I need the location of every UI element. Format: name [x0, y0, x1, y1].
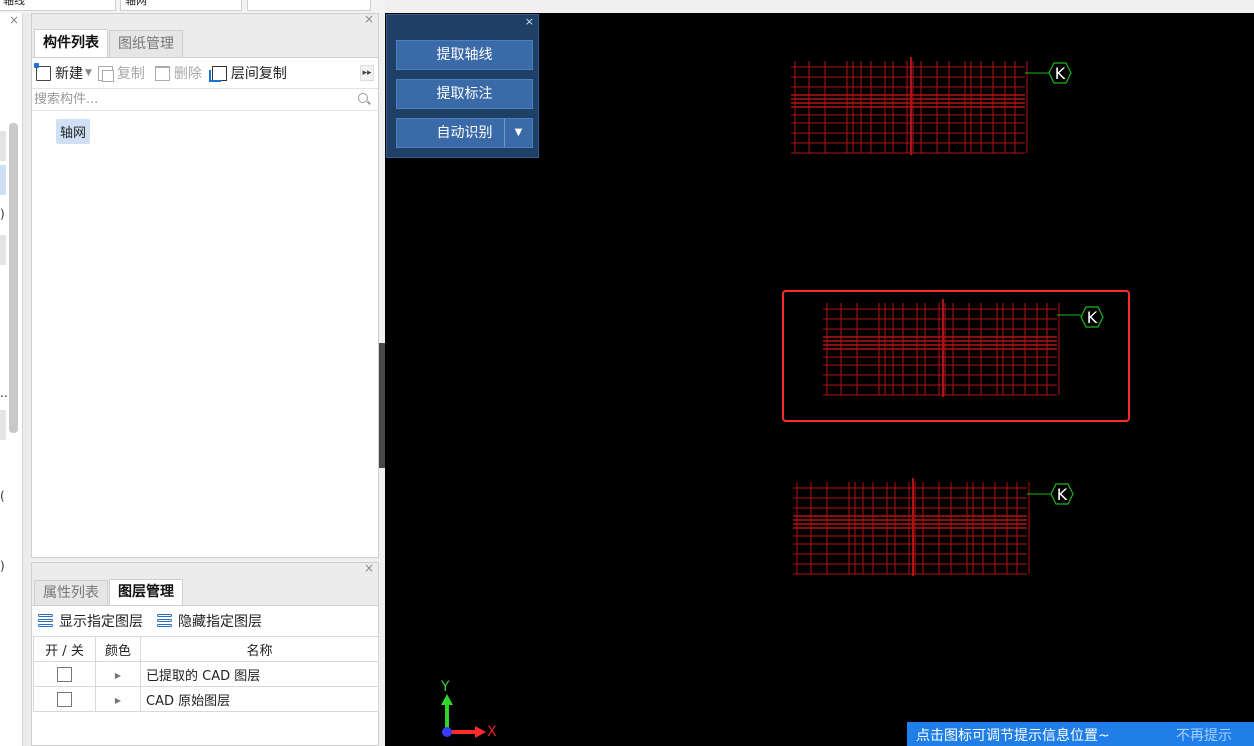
close-icon[interactable]: × [364, 561, 374, 575]
auto-recognize-button[interactable]: 自动识别 ▼ [396, 118, 533, 148]
new-label: 新建 [55, 66, 83, 82]
layer-name: 已提取的 CAD 图层 [140, 661, 379, 687]
tree-item-axis-grid[interactable]: 轴网 [56, 119, 91, 144]
layer-name: CAD 原始图层 [140, 686, 379, 712]
close-icon[interactable]: × [525, 15, 534, 28]
search-box [32, 88, 378, 111]
close-icon[interactable]: × [9, 13, 19, 27]
component-tabs: 构件列表 图纸管理 [32, 29, 378, 58]
show-layer-label: 显示指定图层 [59, 614, 143, 630]
copy-icon [97, 65, 114, 82]
expand-arrow-icon[interactable]: ▶ [115, 696, 121, 705]
component-panel: × 构件列表 图纸管理 新建 ▼ 复制 删除 层间复制 ▸▸ 轴网 [31, 12, 379, 558]
tab-property-list[interactable]: 属性列表 [34, 580, 108, 605]
axis-bubble-label: K [1087, 308, 1098, 327]
nav-fragment: ) [0, 559, 5, 573]
tab-drawing-management[interactable]: 图纸管理 [109, 30, 183, 57]
copy-button[interactable]: 复制 [97, 63, 145, 83]
chevron-down-icon[interactable]: ▼ [85, 68, 92, 78]
axis-x-label: X [487, 724, 497, 740]
table-header: 开 / 关 颜色 名称 [33, 636, 379, 662]
panel-gutter [23, 13, 31, 746]
ucs-x-arrow [475, 726, 486, 738]
recognition-palette: × 提取轴线 提取标注 自动识别 ▼ [386, 14, 539, 158]
layer-toolbar: 显示指定图层 隐藏指定图层 [32, 606, 378, 636]
scrollbar[interactable] [9, 123, 18, 433]
layer-checkbox[interactable] [57, 691, 72, 707]
panel-header: × [32, 12, 378, 29]
layers-hide-icon [157, 614, 174, 628]
nav-item-selected[interactable] [0, 165, 6, 195]
nav-fragment: .. [0, 386, 8, 400]
extract-axis-button[interactable]: 提取轴线 [396, 40, 533, 70]
table-row[interactable]: ▶ CAD 原始图层 [33, 686, 379, 712]
tab-layer-management[interactable]: 图层管理 [109, 579, 183, 605]
component-tree: 轴网 [32, 111, 378, 144]
search-icon[interactable] [358, 93, 368, 103]
selection-box [782, 290, 1130, 422]
axis-type-field[interactable]: 轴线 [0, 0, 116, 11]
column-header-name: 名称 [140, 636, 379, 662]
new-icon [34, 62, 51, 81]
extract-dimension-button[interactable]: 提取标注 [396, 79, 533, 109]
color-cell: ▶ [95, 661, 141, 687]
element-name-field[interactable] [247, 0, 371, 11]
hint-bar[interactable]: 点击图标可调节提示信息位置~ 不再提示 [907, 722, 1254, 746]
color-cell: ▶ [95, 686, 141, 712]
search-input[interactable] [32, 89, 378, 110]
layer-tabs: 属性列表 图层管理 [32, 579, 378, 606]
delete-label: 删除 [173, 66, 202, 82]
new-button[interactable]: 新建 ▼ [34, 62, 92, 83]
copy-label: 复制 [116, 66, 145, 82]
nav-item[interactable] [0, 131, 6, 161]
expand-arrow-icon[interactable]: ▶ [115, 671, 121, 680]
nav-fragment: ( [0, 489, 5, 503]
more-tools-button[interactable]: ▸▸ [360, 65, 374, 81]
nav-item[interactable] [0, 235, 6, 265]
toggle-cell [33, 686, 96, 712]
panel-header: × [32, 561, 378, 579]
show-layer-button[interactable]: 显示指定图层 [38, 611, 143, 631]
delete-button[interactable]: 删除 [154, 63, 202, 83]
close-icon[interactable]: × [364, 12, 374, 26]
navigation-panel: × ) .. ( ) [0, 13, 23, 746]
floor-copy-icon [208, 65, 227, 82]
axis-bubble-label: K [1055, 64, 1066, 83]
ucs-origin [442, 727, 452, 737]
toggle-cell [33, 661, 96, 687]
axis-bubble-label: K [1057, 485, 1068, 504]
floor-copy-label: 层间复制 [230, 66, 287, 82]
tab-component-list[interactable]: 构件列表 [34, 29, 108, 57]
hide-layer-button[interactable]: 隐藏指定图层 [157, 611, 262, 631]
table-row[interactable]: ▶ 已提取的 CAD 图层 [33, 661, 379, 687]
layers-show-icon [38, 614, 55, 628]
element-type-field[interactable]: 轴网 [120, 0, 242, 11]
chevron-down-icon[interactable]: ▼ [504, 119, 532, 147]
top-strip: 轴线 轴网 [0, 0, 385, 13]
layer-panel: × 属性列表 图层管理 显示指定图层 隐藏指定图层 开 / 关 颜色 名称 ▶ … [31, 561, 379, 746]
nav-item[interactable] [0, 410, 6, 440]
layer-checkbox[interactable] [57, 666, 72, 682]
component-toolbar: 新建 ▼ 复制 删除 层间复制 ▸▸ [32, 58, 378, 88]
auto-recognize-label: 自动识别 [436, 125, 493, 141]
layer-table: 开 / 关 颜色 名称 ▶ 已提取的 CAD 图层 ▶ CAD 原始图层 [33, 636, 379, 712]
column-header-color: 颜色 [95, 636, 141, 662]
hint-message: 点击图标可调节提示信息位置~ [916, 728, 1110, 744]
axis-y-label: Y [441, 679, 450, 695]
ucs-y-arrow [441, 694, 453, 705]
hide-layer-label: 隐藏指定图层 [178, 614, 262, 630]
dismiss-hint-button[interactable]: 不再提示 [1176, 722, 1232, 746]
trash-icon [154, 65, 170, 81]
floor-copy-button[interactable]: 层间复制 [208, 63, 287, 83]
column-header-toggle: 开 / 关 [33, 636, 96, 662]
nav-fragment: ) [0, 207, 5, 221]
